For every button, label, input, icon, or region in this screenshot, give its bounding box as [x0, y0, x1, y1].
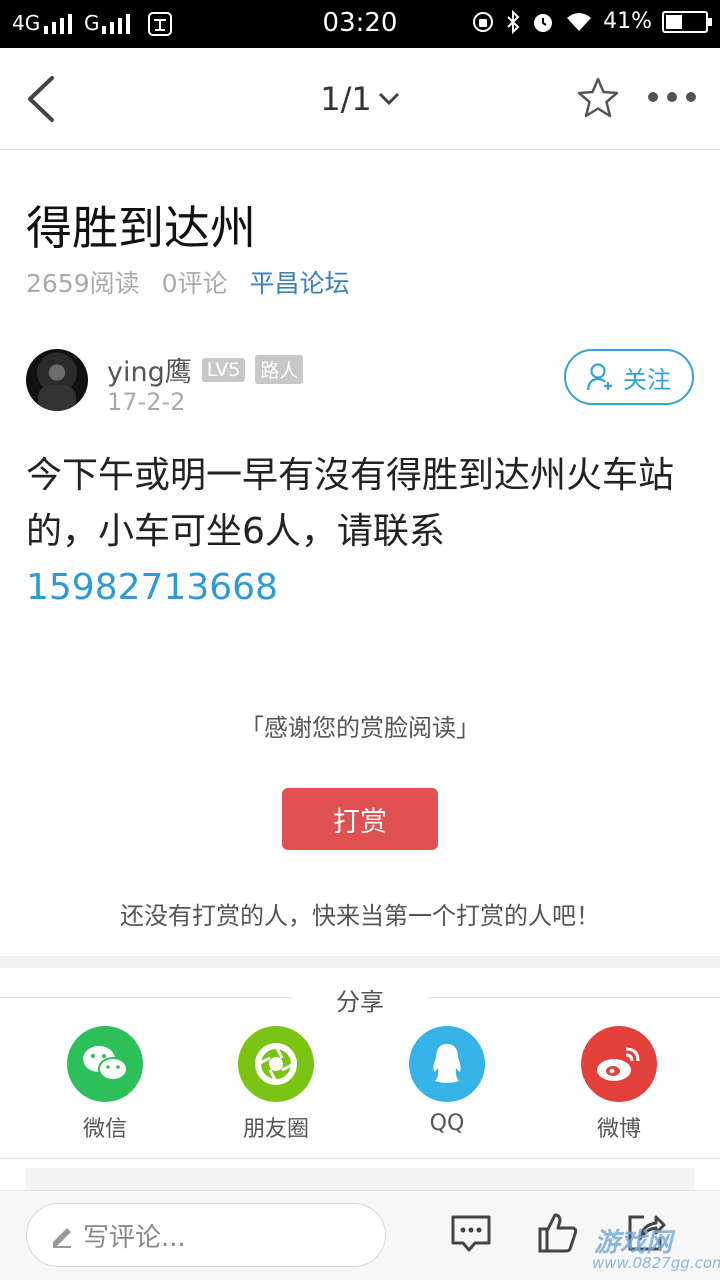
avatar[interactable] [26, 349, 88, 411]
alarm-icon [534, 13, 553, 32]
battery-icon [662, 10, 712, 33]
article-meta: 2659阅读 0评论 平昌论坛 [26, 264, 350, 300]
watermark-url: www.0827gg.com [592, 1254, 720, 1272]
level-badge: LV5 [201, 357, 246, 382]
page-indicator: 1/1 [320, 80, 372, 118]
like-icon[interactable] [536, 1211, 580, 1255]
share-qq[interactable]: QQ [387, 1026, 507, 1136]
wechat-icon [67, 1026, 143, 1102]
battery-percent: 41% [603, 9, 652, 34]
bluetooth-icon [507, 9, 520, 34]
share-weibo-label: 微博 [596, 1117, 641, 1142]
article-body: 今下午或明一早有沒有得胜到达州火车站的，小车可坐6人，请联系 1598271366… [26, 448, 696, 616]
body-text: 今下午或明一早有沒有得胜到达州火车站的，小车可坐6人，请联系 [26, 455, 675, 552]
read-count: 2659阅读 [26, 269, 140, 298]
pencil-icon [53, 1228, 71, 1248]
more-options-icon[interactable] [648, 92, 696, 102]
share-moments-label: 朋友圈 [242, 1117, 309, 1142]
share-header: 分享 [0, 980, 720, 1016]
comment-placeholder: 写评论... [83, 1222, 186, 1253]
section-divider [0, 956, 720, 968]
author-name[interactable]: ying鹰 [107, 350, 192, 389]
content-placeholder [26, 1168, 694, 1190]
wifi-icon [567, 12, 592, 31]
qq-icon [409, 1026, 485, 1102]
moments-icon [238, 1026, 314, 1102]
share-title: 分享 [336, 988, 384, 1016]
share-wechat[interactable]: 微信 [45, 1026, 165, 1143]
divider [0, 1158, 720, 1159]
share-qq-label: QQ [429, 1111, 465, 1136]
status-bar: 4G G 03:20 41% [0, 0, 720, 48]
comment-count: 0评论 [161, 269, 228, 298]
no-reward-text: 还没有打赏的人，快来当第一个打赏的人吧！ [120, 902, 600, 930]
share-wechat-label: 微信 [82, 1117, 127, 1142]
follow-button[interactable]: 关注 [564, 349, 694, 405]
comment-input[interactable]: 写评论... [26, 1203, 386, 1267]
thanks-text: 「感谢您的赏脸阅读」 [240, 714, 480, 742]
weibo-icon [581, 1026, 657, 1102]
forum-link[interactable]: 平昌论坛 [250, 264, 350, 300]
share-moments[interactable]: 朋友圈 [216, 1026, 336, 1143]
post-date: 17-2-2 [107, 388, 186, 416]
rotate-lock-icon [473, 11, 494, 32]
follow-label: 关注 [623, 365, 671, 394]
author-info: ying鹰 LV5 路人 [107, 350, 304, 389]
chevron-down-icon [378, 92, 399, 106]
article-title: 得胜到达州 [26, 201, 256, 255]
phone-link[interactable]: 15982713668 [26, 567, 278, 608]
share-weibo[interactable]: 微博 [559, 1026, 679, 1143]
comment-icon[interactable] [449, 1211, 493, 1255]
favorite-star-icon[interactable] [576, 76, 620, 120]
reward-button[interactable]: 打赏 [282, 788, 438, 850]
add-user-icon [587, 363, 612, 391]
nav-bar: 1/1 [0, 48, 720, 150]
rank-badge: 路人 [255, 355, 304, 384]
